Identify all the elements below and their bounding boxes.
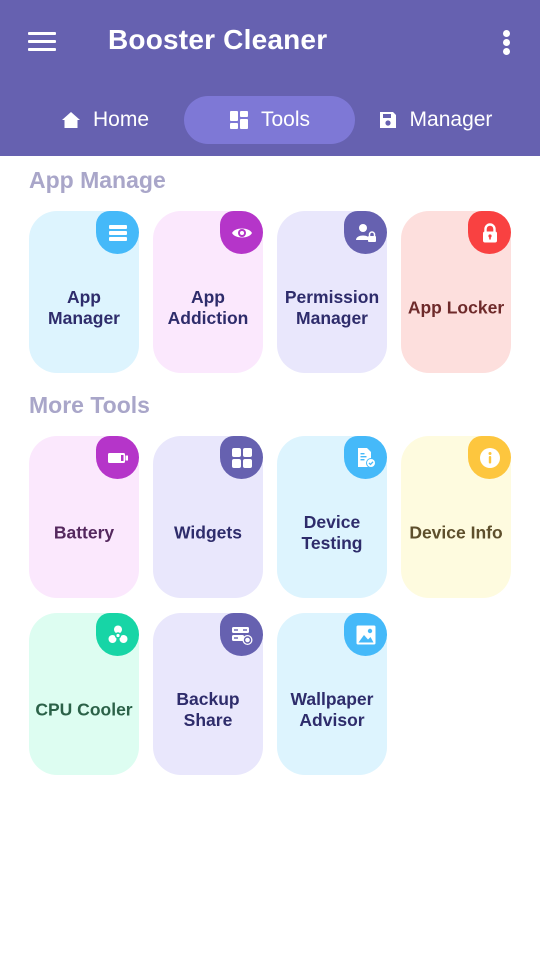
battery-icon: [96, 436, 139, 479]
tool-card-widgets[interactable]: Widgets: [153, 436, 263, 598]
tool-card-device-info[interactable]: Device Info: [401, 436, 511, 598]
section-title-app-manage: App Manage: [29, 167, 166, 193]
tab-bar: Home Tools Manager: [0, 96, 540, 144]
dashboard-icon: [229, 110, 249, 130]
tool-card-label: Device Testing: [301, 512, 363, 553]
tool-card-label: App Locker: [407, 297, 505, 318]
tab-manager[interactable]: Manager: [360, 96, 510, 144]
list-icon: [96, 211, 139, 254]
tool-card-label: Wallpaper Advisor: [290, 689, 374, 730]
tool-card-label: App Manager: [48, 287, 120, 328]
section-title-more-tools: More Tools: [29, 392, 150, 418]
tool-card-app-manager[interactable]: App Manager: [29, 211, 139, 373]
tool-card-label: Widgets: [174, 522, 242, 543]
tool-card-app-addiction[interactable]: App Addiction: [153, 211, 263, 373]
eye-icon: [220, 211, 263, 254]
document-check-icon: [344, 436, 387, 479]
save-icon: [378, 110, 398, 130]
widgets-icon: [220, 436, 263, 479]
fan-icon: [96, 613, 139, 656]
home-icon: [61, 110, 81, 130]
tab-tools[interactable]: Tools: [184, 96, 355, 144]
hamburger-menu-icon[interactable]: [26, 28, 58, 54]
more-vertical-icon[interactable]: [496, 28, 518, 56]
tool-card-label: Battery: [53, 522, 115, 543]
info-icon: [468, 436, 511, 479]
tool-card-label: Device Info: [409, 522, 503, 543]
tab-label: Tools: [260, 108, 311, 131]
tool-card-label: Permission Manager: [284, 287, 380, 328]
app-title: Booster Cleaner: [108, 24, 328, 55]
tool-card-permission-manager[interactable]: Permission Manager: [277, 211, 387, 373]
tab-home[interactable]: Home: [30, 96, 180, 144]
tool-card-wallpaper-advisor[interactable]: Wallpaper Advisor: [277, 613, 387, 775]
image-icon: [344, 613, 387, 656]
tab-label: Home: [92, 108, 150, 131]
lock-icon: [468, 211, 511, 254]
tool-card-label: CPU Cooler: [35, 699, 133, 720]
app-bar: Booster Cleaner Home Tools Manager: [0, 0, 540, 156]
user-lock-icon: [344, 211, 387, 254]
server-sync-icon: [220, 613, 263, 656]
tool-card-battery[interactable]: Battery: [29, 436, 139, 598]
tool-card-backup-share[interactable]: Backup Share: [153, 613, 263, 775]
tool-card-label: Backup Share: [176, 689, 240, 730]
tool-card-cpu-cooler[interactable]: CPU Cooler: [29, 613, 139, 775]
tool-card-app-locker[interactable]: App Locker: [401, 211, 511, 373]
tool-card-label: App Addiction: [167, 287, 249, 328]
tab-label: Manager: [409, 108, 493, 131]
tool-card-device-testing[interactable]: Device Testing: [277, 436, 387, 598]
